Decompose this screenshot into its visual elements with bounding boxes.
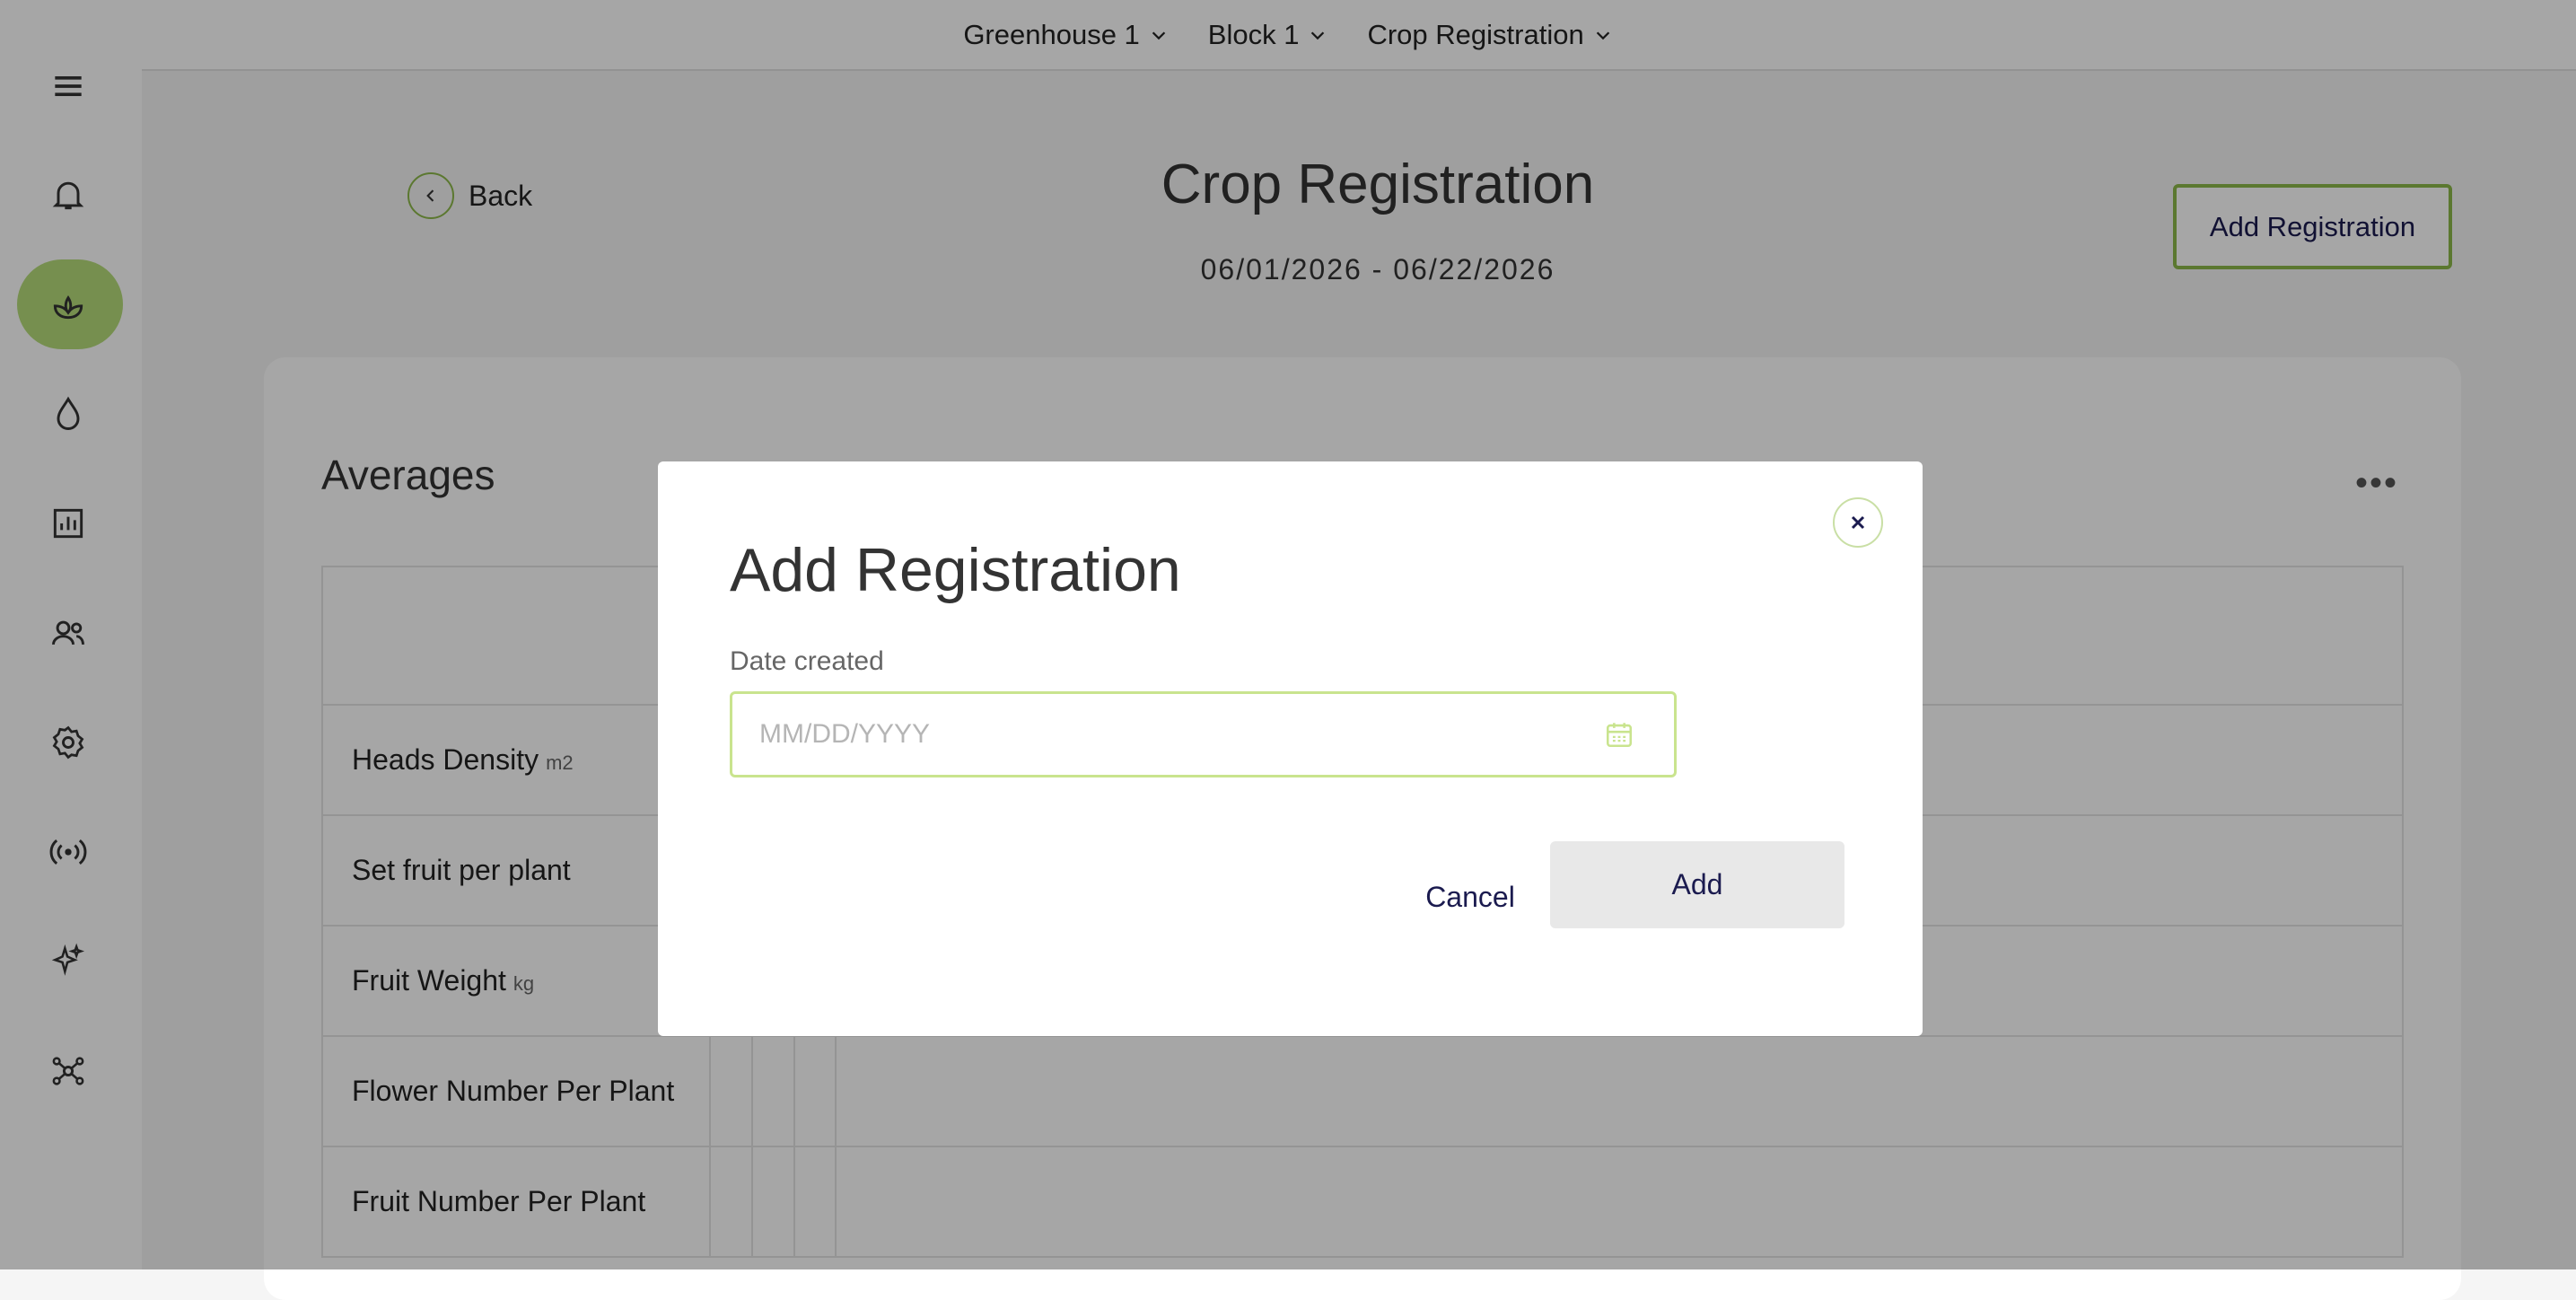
modal-title: Add Registration — [730, 536, 1181, 604]
close-icon — [1851, 515, 1865, 530]
date-placeholder: MM/DD/YYYY — [759, 719, 931, 749]
add-button[interactable]: Add — [1550, 841, 1844, 928]
add-registration-modal: Add Registration Date created MM/DD/YYYY… — [658, 461, 1923, 1036]
close-button[interactable] — [1833, 497, 1883, 548]
cancel-button[interactable]: Cancel — [1401, 865, 1539, 928]
date-created-input[interactable]: MM/DD/YYYY — [730, 691, 1677, 777]
date-created-label: Date created — [730, 646, 884, 676]
calendar-icon[interactable] — [1604, 719, 1634, 750]
